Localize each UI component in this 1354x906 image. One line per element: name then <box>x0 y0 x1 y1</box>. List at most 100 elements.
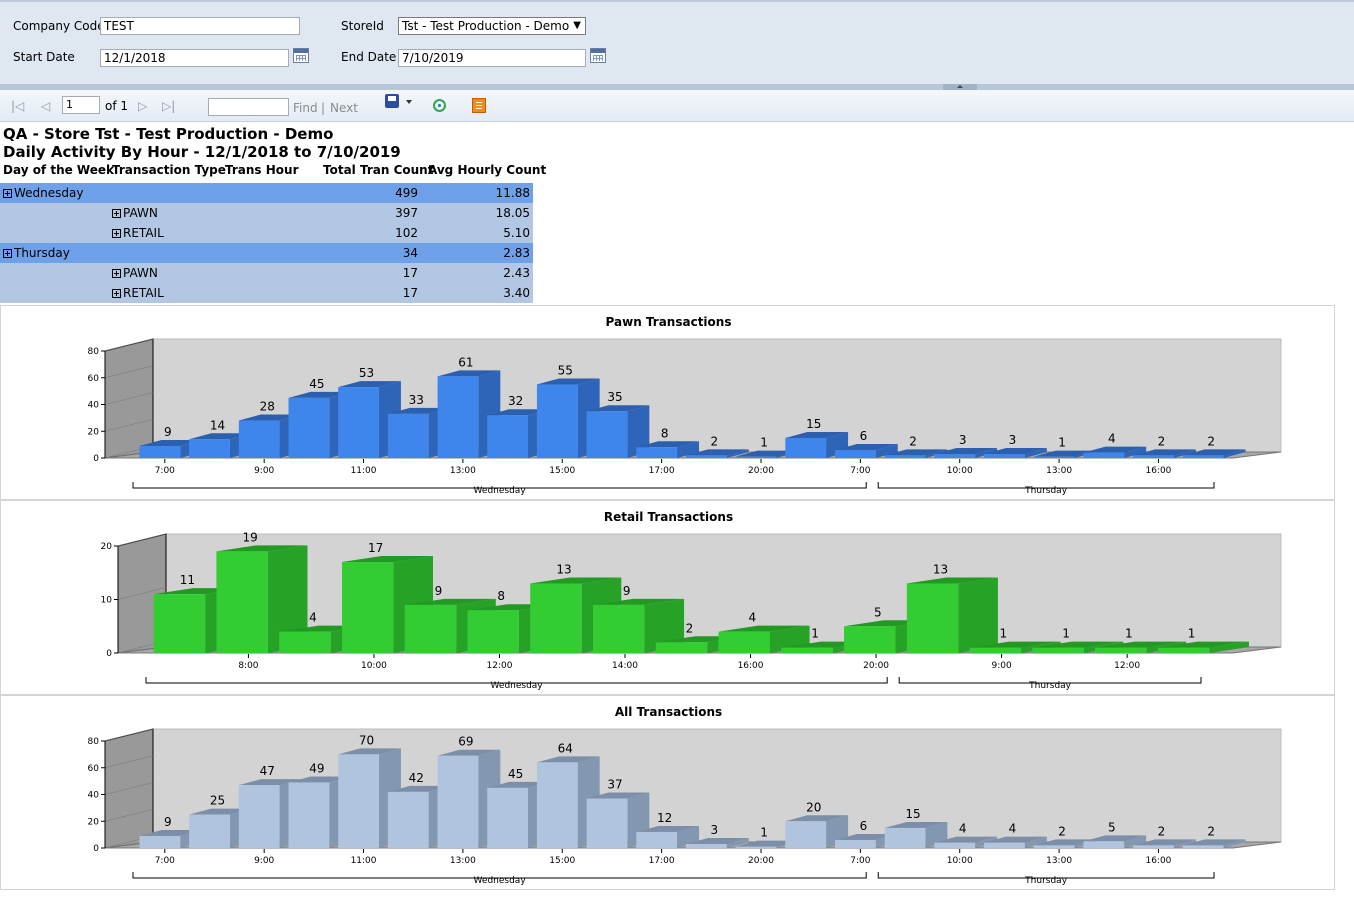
table-row: RETAIL 17 3.40 <box>0 283 533 303</box>
y-tick-label: 60 <box>88 764 100 774</box>
data-label: 1 <box>1000 627 1008 641</box>
data-label: 9 <box>623 584 631 598</box>
store-id-label: StoreId <box>341 19 384 33</box>
total-count-cell: 499 <box>395 186 418 200</box>
export-dropdown-arrow-icon[interactable] <box>406 100 412 104</box>
data-label: 20 <box>806 800 821 814</box>
x-tick-label: 12:00 <box>487 661 513 671</box>
data-label: 5 <box>1108 820 1116 834</box>
data-label: 2 <box>711 434 719 448</box>
x-tick-label: 10:00 <box>947 466 973 476</box>
data-label: 42 <box>409 771 424 785</box>
find-text-input[interactable] <box>208 98 289 116</box>
data-label: 2 <box>1158 434 1166 448</box>
expand-toggle[interactable]: Thursday <box>3 243 70 263</box>
column-header-transaction-type: Transaction Type <box>112 163 226 177</box>
expand-toggle[interactable]: PAWN <box>112 263 158 283</box>
expand-toggle[interactable]: RETAIL <box>112 283 164 303</box>
data-label: 70 <box>359 733 374 747</box>
bar <box>1182 455 1224 458</box>
y-tick-label: 40 <box>88 401 100 411</box>
company-code-input[interactable]: TEST <box>100 17 300 35</box>
table-row: RETAIL 102 5.10 <box>0 223 533 243</box>
data-label: 4 <box>1009 822 1017 836</box>
start-date-input[interactable]: 12/1/2018 <box>100 49 289 67</box>
row-label: PAWN <box>123 266 158 280</box>
row-label: Thursday <box>14 246 70 260</box>
page-count-label: of 1 <box>105 99 129 113</box>
y-tick-label: 20 <box>101 542 113 552</box>
group-label: Thursday <box>1024 486 1068 496</box>
expand-toggle[interactable]: RETAIL <box>112 223 164 243</box>
expand-toggle[interactable]: Wednesday <box>3 183 83 203</box>
x-tick-label: 7:00 <box>850 466 870 476</box>
data-label: 2 <box>1158 824 1166 838</box>
bar <box>288 397 330 458</box>
bar <box>1095 647 1147 653</box>
x-tick-label: 14:00 <box>612 661 638 671</box>
data-label: 15 <box>806 417 821 431</box>
x-tick-label: 9:00 <box>254 466 274 476</box>
next-link[interactable]: Next <box>330 101 358 115</box>
store-id-selected-value: Tst - Test Production - Demo <box>402 19 570 33</box>
bar <box>636 831 678 848</box>
expand-plus-icon[interactable] <box>112 269 121 278</box>
x-tick-label: 11:00 <box>351 466 377 476</box>
bar <box>735 456 777 458</box>
end-date-input[interactable]: 7/10/2019 <box>398 49 586 67</box>
bar <box>387 413 429 458</box>
bar <box>984 842 1025 848</box>
total-count-cell: 102 <box>395 226 418 240</box>
last-page-icon[interactable]: ▷| <box>162 99 175 113</box>
group-label: Wednesday <box>474 486 527 496</box>
bar <box>1133 845 1174 848</box>
data-label: 64 <box>558 741 573 755</box>
export-icon[interactable] <box>385 94 399 108</box>
bar <box>387 791 429 848</box>
expand-plus-icon[interactable] <box>112 209 121 218</box>
x-tick-label: 16:00 <box>738 661 764 671</box>
bar <box>1133 455 1174 458</box>
data-label: 45 <box>309 377 324 391</box>
data-label: 4 <box>309 611 317 625</box>
x-tick-label: 13:00 <box>1046 856 1072 866</box>
bar <box>404 604 457 653</box>
avg-count-cell: 11.88 <box>495 186 530 200</box>
expand-plus-icon[interactable] <box>112 229 121 238</box>
previous-page-icon[interactable]: ◁ <box>41 99 50 113</box>
dropdown-arrow-icon: ▼ <box>573 20 581 31</box>
x-tick-label: 17:00 <box>649 466 675 476</box>
group-label: Thursday <box>1024 876 1068 886</box>
x-tick-label: 20:00 <box>748 466 774 476</box>
start-date-calendar-icon[interactable] <box>293 48 309 63</box>
data-label: 47 <box>260 764 275 778</box>
x-tick-label: 7:00 <box>850 856 870 866</box>
expand-toggle[interactable]: PAWN <box>112 203 158 223</box>
y-tick-label: 0 <box>93 454 99 464</box>
data-label: 5 <box>874 605 882 619</box>
bar <box>685 843 727 848</box>
page-number-input[interactable]: 1 <box>62 96 100 114</box>
refresh-icon[interactable] <box>433 99 446 112</box>
data-label: 19 <box>243 530 258 544</box>
expand-plus-icon[interactable] <box>3 189 12 198</box>
expand-plus-icon[interactable] <box>3 249 12 258</box>
avg-count-cell: 2.83 <box>503 246 530 260</box>
x-tick-label: 15:00 <box>549 856 575 866</box>
x-tick-label: 15:00 <box>549 466 575 476</box>
data-label: 9 <box>164 425 172 439</box>
bar <box>835 449 876 458</box>
total-count-cell: 17 <box>402 266 418 280</box>
x-tick-label: 8:00 <box>238 661 258 671</box>
store-id-select[interactable]: Tst - Test Production - Demo ▼ <box>398 17 586 35</box>
next-page-icon[interactable]: ▷ <box>138 99 147 113</box>
print-icon[interactable] <box>472 98 486 113</box>
bar <box>1032 647 1084 653</box>
data-label: 3 <box>711 823 719 837</box>
y-tick-label: 20 <box>88 817 100 827</box>
first-page-icon[interactable]: |◁ <box>11 99 24 113</box>
expand-plus-icon[interactable] <box>112 289 121 298</box>
end-date-calendar-icon[interactable] <box>590 48 606 63</box>
bar <box>153 594 206 653</box>
find-link[interactable]: Find <box>293 101 318 115</box>
